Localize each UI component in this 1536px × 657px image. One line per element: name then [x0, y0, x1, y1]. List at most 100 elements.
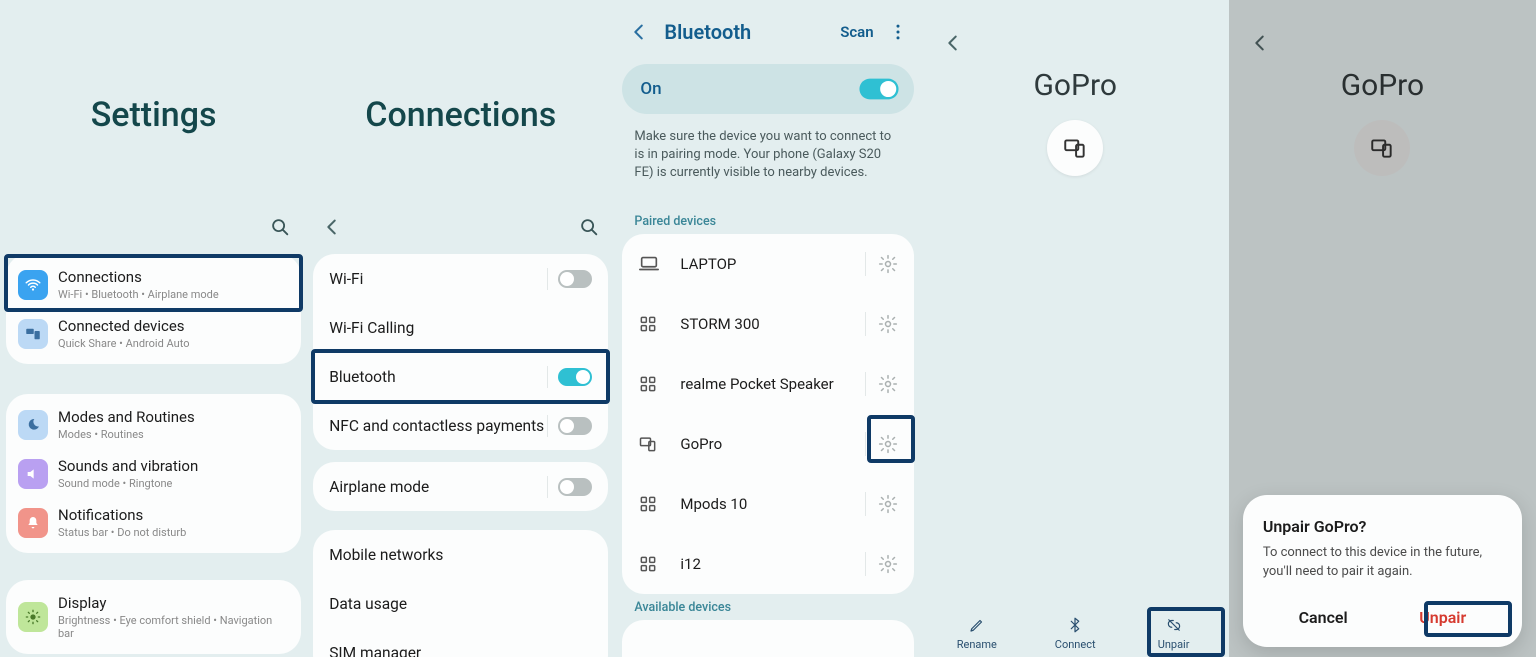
section-available-devices: Available devices: [634, 600, 731, 615]
device-actions: Rename Connect Unpair: [922, 616, 1229, 651]
grid-icon: [638, 554, 662, 574]
page-title: Bluetooth: [664, 20, 840, 44]
bluetooth-help-text: Make sure the device you want to connect…: [634, 128, 901, 183]
device-row-laptop[interactable]: LAPTOP: [622, 234, 913, 294]
unpair-button[interactable]: Unpair: [1138, 616, 1210, 651]
device-title: GoPro: [1229, 68, 1536, 103]
conn-item-mobile-networks[interactable]: Mobile networks: [313, 530, 608, 579]
device-row-i12[interactable]: i12: [622, 534, 913, 594]
item-label: Sounds and vibration: [58, 457, 198, 475]
paired-devices-list: LAPTOP STORM 300 realme Pocket Speaker G…: [622, 234, 913, 594]
moon-icon: [18, 410, 48, 440]
item-sub: Status bar • Do not disturb: [58, 526, 186, 539]
wifi-toggle[interactable]: [558, 270, 592, 288]
unpair-dialog: Unpair GoPro? To connect to this device …: [1243, 495, 1522, 647]
conn-item-data-usage[interactable]: Data usage: [313, 579, 608, 628]
settings-item-sounds[interactable]: Sounds and vibration Sound mode • Ringto…: [6, 449, 301, 498]
airplane-toggle[interactable]: [558, 478, 592, 496]
item-label: Bluetooth: [329, 368, 395, 386]
settings-item-modes[interactable]: Modes and Routines Modes • Routines: [6, 400, 301, 449]
device-name: realme Pocket Speaker: [680, 375, 852, 393]
more-icon[interactable]: [888, 22, 908, 42]
search-icon[interactable]: [269, 216, 291, 238]
scan-button[interactable]: Scan: [840, 23, 873, 41]
on-label: On: [640, 79, 661, 99]
screen-device-detail: GoPro Rename Connect Unpair: [922, 0, 1229, 657]
screen-bluetooth: Bluetooth Scan On Make sure the device y…: [614, 0, 921, 657]
section-paired-devices: Paired devices: [634, 214, 716, 229]
settings-item-display[interactable]: Display Brightness • Eye comfort shield …: [6, 586, 301, 648]
dialog-title: Unpair GoPro?: [1263, 517, 1502, 536]
grid-icon: [638, 374, 662, 394]
action-label: Connect: [1055, 638, 1096, 651]
back-icon[interactable]: [321, 216, 343, 238]
settings-card-3: Display Brightness • Eye comfort shield …: [6, 580, 301, 654]
grid-icon: [638, 494, 662, 514]
settings-card-1: Connections Wi-Fi • Bluetooth • Airplane…: [6, 254, 301, 364]
gear-icon[interactable]: [878, 374, 898, 394]
gear-icon[interactable]: [878, 314, 898, 334]
sun-icon: [18, 602, 48, 632]
item-label: Wi-Fi Calling: [329, 319, 414, 337]
item-label: Display: [58, 594, 289, 612]
bell-icon: [18, 508, 48, 538]
cancel-button[interactable]: Cancel: [1281, 602, 1366, 633]
item-label: Connections: [58, 268, 219, 286]
gear-icon[interactable]: [878, 554, 898, 574]
conn-item-wifi-calling[interactable]: Wi-Fi Calling: [313, 303, 608, 352]
device-name: LAPTOP: [680, 255, 852, 273]
back-icon[interactable]: [628, 21, 650, 43]
available-devices-list: [622, 620, 913, 657]
item-label: Notifications: [58, 506, 186, 524]
page-title: Settings: [0, 95, 307, 135]
item-sub: Modes • Routines: [58, 428, 195, 441]
item-label: Wi-Fi: [329, 270, 363, 288]
device-title: GoPro: [922, 68, 1229, 103]
conn-item-bluetooth[interactable]: Bluetooth: [313, 352, 608, 401]
gear-icon[interactable]: [878, 254, 898, 274]
nfc-toggle[interactable]: [558, 417, 592, 435]
bluetooth-toggle[interactable]: [558, 368, 592, 386]
device-avatar-icon: [1354, 120, 1410, 176]
back-icon: [1249, 32, 1271, 54]
conn-item-airplane[interactable]: Airplane mode: [313, 462, 608, 511]
settings-item-connections[interactable]: Connections Wi-Fi • Bluetooth • Airplane…: [6, 260, 301, 309]
connections-card-1: Wi-Fi Wi-Fi Calling Bluetooth NFC and co…: [313, 254, 608, 450]
devpair-icon: [638, 434, 662, 454]
screen-connections: Connections Wi-Fi Wi-Fi Calling Bluetoot…: [307, 0, 614, 657]
sound-icon: [18, 459, 48, 489]
conn-item-nfc[interactable]: NFC and contactless payments: [313, 401, 608, 450]
conn-item-sim-manager[interactable]: SIM manager: [313, 628, 608, 657]
item-label: NFC and contactless payments: [329, 417, 544, 435]
settings-card-2: Modes and Routines Modes • Routines Soun…: [6, 394, 301, 553]
rename-button[interactable]: Rename: [941, 616, 1013, 651]
bluetooth-master-toggle-row[interactable]: On: [622, 64, 913, 114]
page-title: Connections: [307, 95, 614, 135]
device-row-realme-speaker[interactable]: realme Pocket Speaker: [622, 354, 913, 414]
screen-unpair-dialog: GoPro Unpair GoPro? To connect to this d…: [1229, 0, 1536, 657]
item-label: Connected devices: [58, 317, 189, 335]
item-label: Mobile networks: [329, 546, 443, 564]
item-sub: Quick Share • Android Auto: [58, 337, 189, 350]
settings-item-notifications[interactable]: Notifications Status bar • Do not distur…: [6, 498, 301, 547]
device-row-storm300[interactable]: STORM 300: [622, 294, 913, 354]
device-row-mpods10[interactable]: Mpods 10: [622, 474, 913, 534]
conn-item-wifi[interactable]: Wi-Fi: [313, 254, 608, 303]
device-avatar-icon: [1047, 120, 1103, 176]
dialog-text: To connect to this device in the future,…: [1263, 544, 1502, 582]
connections-card-3: Mobile networks Data usage SIM manager: [313, 530, 608, 657]
back-icon[interactable]: [942, 32, 964, 54]
laptop-icon: [638, 253, 662, 275]
connect-button[interactable]: Connect: [1039, 616, 1111, 651]
device-name: STORM 300: [680, 315, 852, 333]
search-icon[interactable]: [578, 216, 600, 238]
confirm-unpair-button[interactable]: Unpair: [1401, 602, 1484, 633]
gear-icon[interactable]: [878, 434, 898, 454]
master-toggle[interactable]: [859, 79, 898, 100]
settings-item-connected-devices[interactable]: Connected devices Quick Share • Android …: [6, 309, 301, 358]
devices-icon: [18, 319, 48, 349]
item-sub: Sound mode • Ringtone: [58, 477, 198, 490]
device-name: i12: [680, 555, 852, 573]
device-row-gopro[interactable]: GoPro: [622, 414, 913, 474]
gear-icon[interactable]: [878, 494, 898, 514]
